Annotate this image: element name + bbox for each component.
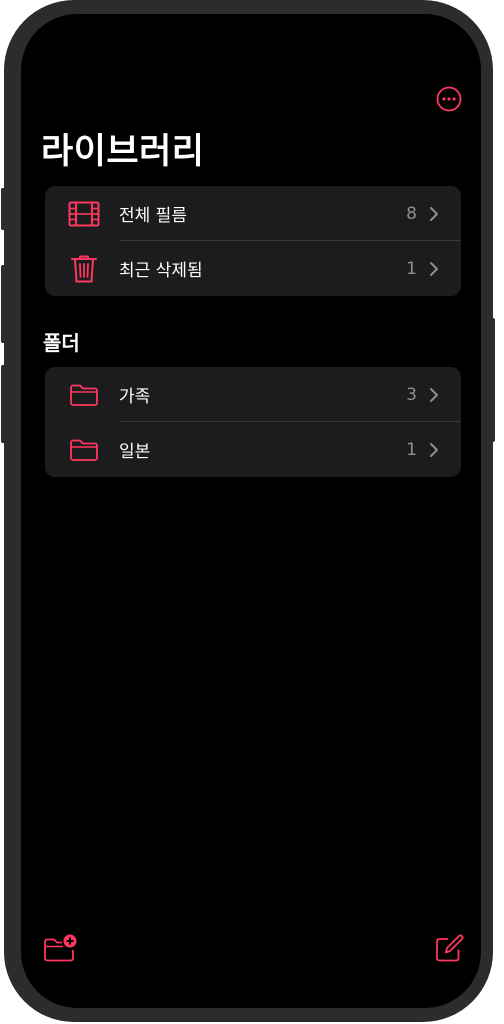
- mute-switch: [1, 188, 6, 230]
- folder-icon: [67, 378, 101, 412]
- ellipsis-circle-icon[interactable]: [436, 86, 462, 112]
- folder-item-count: 3: [406, 384, 417, 405]
- folder-item-label: 일본: [119, 442, 151, 462]
- volume-up-button: [1, 265, 6, 343]
- section-header-folders: 폴더: [43, 331, 80, 355]
- folder-item-label: 가족: [119, 387, 151, 407]
- library-item-label: 전체 필름: [119, 206, 187, 226]
- folder-item-count: 1: [406, 439, 417, 460]
- library-item-recently-deleted[interactable]: 최근 삭제됨 1: [45, 241, 461, 296]
- page-title: 라이브러리: [41, 132, 205, 172]
- library-item-label: 최근 삭제됨: [119, 261, 203, 281]
- library-item-count: 8: [406, 203, 417, 224]
- chevron-right-icon: [430, 387, 438, 402]
- chevron-right-icon: [430, 206, 438, 221]
- screen: 라이브러리 전체 필름 8 최근 삭제됨 1 폴더 가족 3 일본 1: [21, 14, 481, 1008]
- film-icon: [67, 197, 101, 231]
- library-item-all-films[interactable]: 전체 필름 8: [45, 186, 461, 241]
- folder-item-family[interactable]: 가족 3: [45, 367, 461, 422]
- trash-icon: [67, 252, 101, 286]
- folder-item-japan[interactable]: 일본 1: [45, 422, 461, 477]
- folder-badge-plus-icon[interactable]: [43, 933, 77, 963]
- library-list: 전체 필름 8 최근 삭제됨 1: [45, 186, 461, 296]
- device-frame: 라이브러리 전체 필름 8 최근 삭제됨 1 폴더 가족 3 일본 1: [1, 0, 495, 1022]
- square-and-pencil-icon[interactable]: [433, 934, 467, 964]
- folder-icon: [67, 433, 101, 467]
- chevron-right-icon: [430, 442, 438, 457]
- library-item-count: 1: [406, 258, 417, 279]
- volume-down-button: [1, 365, 6, 443]
- chevron-right-icon: [430, 261, 438, 276]
- folder-list: 가족 3 일본 1: [45, 367, 461, 477]
- power-button: [490, 318, 495, 442]
